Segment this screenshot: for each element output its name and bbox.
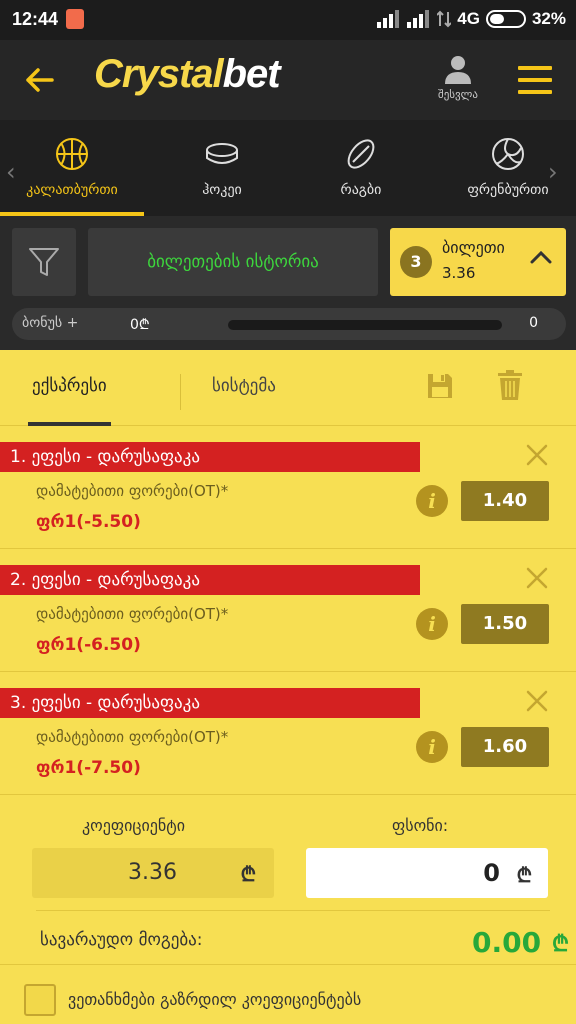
rugby-ball-icon [347, 139, 375, 169]
stake-value: 0 [483, 859, 500, 887]
stake-input[interactable]: 0 ₾ [306, 848, 548, 898]
logo-text-bet: bet [222, 52, 281, 96]
bet-market: დამატებითი ფორები(OT)* [36, 728, 229, 746]
accept-increased-odds-row[interactable]: ვეთანხმები გაზრდილ კოეფიციენტებს [24, 984, 564, 1020]
login-label: შესვლა [438, 88, 478, 101]
possible-win-value: 0.00 [472, 926, 542, 959]
back-arrow-icon[interactable] [22, 62, 58, 98]
signal-icon [377, 10, 400, 28]
bet-match: ეფესი - დარუსაფაკა [31, 693, 200, 713]
sports-tab-bar: ‹ კალათბურთი ჰოკეი რაგბი ფრენბურთი › [0, 120, 576, 216]
bet-pick: ფრ1(-6.50) [36, 635, 141, 655]
login-button[interactable]: შესვლა [428, 54, 488, 101]
save-icon[interactable] [426, 372, 454, 400]
bet-pick: ფრ1(-7.50) [36, 758, 141, 778]
tab-label: ფრენბურთი [467, 182, 549, 198]
bet-match: ეფესი - დარუსაფაკა [31, 570, 200, 590]
user-icon [445, 56, 471, 84]
tab-label: რაგბი [340, 182, 382, 198]
bet-market: დამატებითი ფორები(OT)* [36, 482, 229, 500]
logo-text-crystal: Crystal [94, 52, 224, 96]
close-icon[interactable] [526, 690, 548, 712]
notification-icon [66, 9, 84, 29]
summary-divider [36, 910, 550, 911]
currency-symbol: ₾ [516, 863, 532, 887]
status-time: 12:44 [12, 9, 59, 29]
bet-pick: ფრ1(-5.50) [36, 512, 141, 532]
bonus-max: 0 [529, 315, 538, 331]
info-icon[interactable]: i [416, 485, 448, 517]
bet-odds: 1.40 [461, 481, 549, 521]
betslip-toolbar: ბილეთების ისტორია 3 ბილეთი 3.36 ბონუს + … [0, 216, 576, 350]
tab-hockey[interactable]: ჰოკეი [170, 136, 274, 216]
bonus-amount: 0₾ [130, 317, 150, 333]
bet-item: 1. ეფესი - დარუსაფაკა დამატებითი ფორები(… [0, 426, 576, 549]
bonus-track [228, 320, 502, 330]
possible-win-label: სავარაუდო მოგება: [40, 930, 203, 950]
bet-match-title: 2. ეფესი - დარუსაფაკა [0, 565, 420, 595]
battery-icon [485, 10, 526, 28]
ticket-history-button[interactable]: ბილეთების ისტორია [88, 228, 378, 296]
bet-match: ეფესი - დარუსაფაკა [31, 447, 200, 467]
summary-divider-2 [0, 964, 576, 965]
bet-market: დამატებითი ფორები(OT)* [36, 605, 229, 623]
coefficient-label: კოეფიციენტი [82, 816, 186, 835]
status-right: 4G 32% [377, 9, 566, 29]
bet-match-title: 3. ეფესი - დარუსაფაკა [0, 688, 420, 718]
betslip-panel: ექსპრესი სისტემა 1. ეფესი - დარუსაფაკა დ… [0, 350, 576, 1024]
app-header: Crystalbet შესვლა [0, 40, 576, 120]
crystalbet-logo[interactable]: Crystalbet [94, 52, 281, 97]
coefficient-value: 3.36 [128, 860, 177, 885]
info-icon[interactable]: i [416, 608, 448, 640]
signal-icon-2 [407, 10, 430, 28]
data-arrows-icon [437, 10, 452, 28]
bet-item: 2. ეფესი - დარუსაფაკა დამატებითი ფორები(… [0, 549, 576, 672]
status-bar: 12:44 4G 32% [0, 0, 576, 40]
bet-odds: 1.50 [461, 604, 549, 644]
bonus-progress-bar: ბონუს + 0₾ 0 [12, 308, 566, 340]
tab-rugby[interactable]: რაგბი [316, 136, 406, 216]
trash-icon[interactable] [498, 370, 522, 400]
currency-symbol: ₾ [240, 862, 256, 886]
stake-label: ფსონი: [392, 816, 449, 835]
accept-odds-label: ვეთანხმები გაზრდილ კოეფიციენტებს [68, 990, 362, 1009]
hamburger-menu-icon[interactable] [518, 66, 552, 94]
chevron-up-icon [530, 250, 552, 264]
accept-odds-checkbox[interactable] [24, 984, 56, 1016]
bet-match-title: 1. ეფესი - დარუსაფაკა [0, 442, 420, 472]
bet-index: 2. [10, 570, 27, 590]
info-icon[interactable]: i [416, 731, 448, 763]
volleyball-icon [492, 138, 524, 170]
ticket-history-label: ბილეთების ისტორია [147, 252, 319, 272]
funnel-icon [29, 248, 59, 276]
tab-express[interactable]: ექსპრესი [28, 376, 111, 426]
coefficient-display: 3.36 ₾ [32, 848, 274, 898]
tab-system[interactable]: სისტემა [212, 376, 276, 396]
network-type: 4G [457, 9, 480, 28]
bet-odds: 1.60 [461, 727, 549, 767]
bet-item: 3. ეფესი - დარუსაფაკა დამატებითი ფორები(… [0, 672, 576, 795]
basketball-icon [56, 138, 88, 170]
tab-divider [180, 374, 181, 410]
close-icon[interactable] [526, 444, 548, 466]
chevron-right-icon[interactable]: › [548, 158, 558, 186]
bonus-label: ბონუს + [22, 315, 79, 331]
battery-percent: 32% [531, 9, 566, 28]
ticket-odds: 3.36 [442, 264, 476, 282]
bet-index: 3. [10, 693, 27, 713]
win-currency-symbol: ₾ [552, 932, 569, 957]
filter-button[interactable] [12, 228, 76, 296]
ticket-label: ბილეთი [442, 238, 505, 257]
close-icon[interactable] [526, 567, 548, 589]
ticket-count-badge: 3 [400, 246, 432, 278]
bet-index: 1. [10, 447, 27, 467]
hockey-puck-icon [206, 143, 238, 164]
tab-basketball[interactable]: კალათბურთი [0, 136, 144, 216]
tab-label: კალათბურთი [26, 182, 118, 198]
ticket-toggle-button[interactable]: 3 ბილეთი 3.36 [390, 228, 566, 296]
betslip-tabs: ექსპრესი სისტემა [0, 350, 576, 426]
tab-label: ჰოკეი [202, 182, 242, 198]
